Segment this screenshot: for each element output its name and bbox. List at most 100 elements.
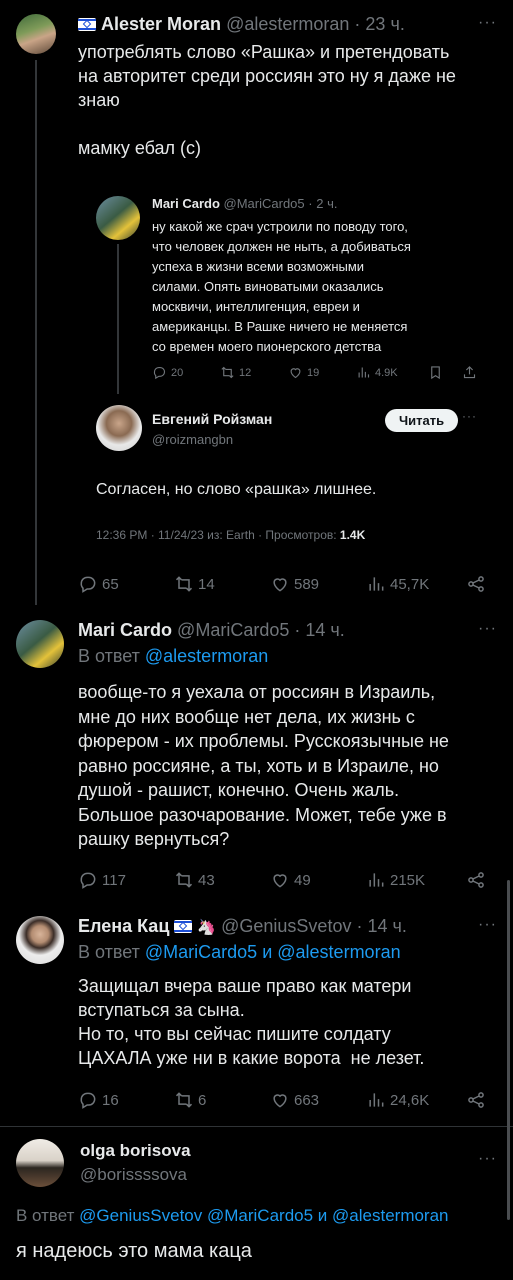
- unicorn-icon: 🦄: [197, 919, 217, 936]
- reply-button[interactable]: 117: [78, 870, 174, 890]
- retweet-button[interactable]: 6: [174, 1090, 270, 1110]
- tweet3-actions: 16 6 663 24,6K: [78, 1090, 498, 1110]
- tweet1-actions: 65 14 589 45,7K: [78, 574, 498, 594]
- like-button[interactable]: 49: [270, 870, 366, 890]
- share-icon: [463, 366, 476, 379]
- avatar-mari-cardo[interactable]: [16, 620, 64, 668]
- quote-like-count: 19: [307, 366, 320, 379]
- like-button[interactable]: 589: [270, 574, 366, 594]
- reply-icon: [80, 872, 96, 889]
- thread-line: [35, 60, 37, 605]
- reply-and: и: [257, 942, 278, 962]
- quote-actions: 20 12 19 4.9K: [152, 365, 482, 380]
- avatar-elena-kats[interactable]: [16, 916, 64, 964]
- retweet-icon: [221, 366, 234, 379]
- share-button[interactable]: [466, 574, 486, 594]
- tweet2-actions: 117 43 49 215K: [78, 870, 498, 890]
- reply-mention[interactable]: @alestermoran: [145, 646, 268, 666]
- reply-context: В ответ @MariCardo5 и @alestermoran: [78, 942, 401, 963]
- roizman-text: Согласен, но слово «рашка» лишнее.: [96, 481, 377, 498]
- reply-button[interactable]: 16: [78, 1090, 174, 1110]
- timestamp[interactable]: · 23 ч.: [354, 14, 404, 34]
- reply-icon: [80, 1092, 96, 1109]
- quote-reply-count: 20: [171, 366, 184, 379]
- retweet-button[interactable]: 14: [174, 574, 270, 594]
- reply-count: 65: [102, 575, 119, 593]
- retweet-button[interactable]: 43: [174, 870, 270, 890]
- tweet2-header: Mari Cardo @MariCardo5 · 14 ч.: [78, 620, 345, 641]
- reply-context: В ответ @alestermoran: [78, 646, 268, 667]
- roizman-meta-text: 12:36 PM · 11/24/23 из: Earth · Просмотр…: [96, 528, 340, 542]
- quote-display-name[interactable]: Mari Cardo: [152, 196, 220, 211]
- handle[interactable]: @MariCardo5: [177, 620, 289, 640]
- retweet-icon: [175, 576, 193, 592]
- share-button[interactable]: [466, 1090, 486, 1110]
- quote-thread-line: [117, 244, 119, 394]
- heart-icon: [290, 368, 301, 379]
- reply-count: 16: [102, 1091, 119, 1109]
- quote-retweet-count: 12: [239, 366, 252, 379]
- handle[interactable]: @borissssova: [80, 1165, 187, 1185]
- reply-prefix: В ответ: [16, 1206, 80, 1225]
- reply-count: 117: [102, 871, 126, 889]
- more-options-icon[interactable]: ···: [478, 14, 497, 32]
- more-options-icon[interactable]: ···: [478, 1150, 497, 1168]
- timestamp[interactable]: · 14 ч.: [356, 916, 406, 936]
- handle[interactable]: @alestermoran: [226, 14, 349, 34]
- views-button[interactable]: 215K: [366, 870, 466, 890]
- israel-flag-icon: [78, 18, 96, 31]
- more-options-icon[interactable]: ···: [478, 916, 497, 934]
- display-name[interactable]: Елена Кац: [78, 916, 169, 936]
- read-button[interactable]: Читать: [385, 409, 459, 432]
- roizman-handle[interactable]: @roizmangbn: [152, 432, 233, 447]
- views-button[interactable]: 24,6K: [366, 1090, 466, 1110]
- quote-retweet-button[interactable]: 12: [220, 365, 288, 380]
- quote-reply-button[interactable]: 20: [152, 365, 220, 380]
- scrollbar[interactable]: [507, 880, 510, 1220]
- handle[interactable]: @GeniusSvetov: [221, 916, 351, 936]
- display-name[interactable]: olga borisova: [80, 1141, 191, 1161]
- views-icon: [369, 1093, 384, 1107]
- tweet-text: употреблять слово «Рашка» и претендовать…: [78, 42, 456, 158]
- reply-icon: [80, 576, 96, 593]
- quote-timestamp[interactable]: · 2 ч.: [308, 196, 337, 211]
- display-name[interactable]: Mari Cardo: [78, 620, 172, 640]
- quote-share-button[interactable]: [462, 365, 477, 380]
- reply-mention-1[interactable]: @MariCardo5: [145, 942, 257, 962]
- avatar-roizman[interactable]: [96, 405, 142, 451]
- share-icon: [468, 872, 484, 888]
- timestamp[interactable]: · 14 ч.: [294, 620, 344, 640]
- quote-handle[interactable]: @MariCardo5: [224, 196, 305, 211]
- tweet-text: вообще-то я уехала от россиян в Израиль,…: [78, 682, 449, 849]
- reply-and: и: [313, 1206, 333, 1225]
- tweet-header: Alester Moran @alestermoran · 23 ч.: [78, 14, 405, 35]
- views-button[interactable]: 45,7K: [366, 574, 466, 594]
- avatar-mari-cardo-small[interactable]: [96, 196, 140, 240]
- views-icon: [369, 577, 384, 591]
- quote-views-button[interactable]: 4.9K: [356, 365, 428, 380]
- inner-more-options-icon[interactable]: ···: [462, 409, 477, 423]
- reply-mention-2[interactable]: @alestermoran: [277, 942, 400, 962]
- avatar-alester[interactable]: [16, 14, 56, 54]
- retweet-count: 14: [198, 575, 215, 593]
- quote-bookmark-button[interactable]: [428, 365, 462, 380]
- bookmark-icon: [431, 366, 440, 380]
- quote-like-button[interactable]: 19: [288, 365, 356, 380]
- display-name[interactable]: Alester Moran: [101, 14, 221, 34]
- retweet-icon: [175, 1092, 193, 1108]
- reply-mention-2[interactable]: @MariCardo5: [207, 1206, 313, 1225]
- like-button[interactable]: 663: [270, 1090, 366, 1110]
- avatar-olga-borisova[interactable]: [16, 1139, 64, 1187]
- views-icon: [369, 873, 384, 887]
- like-count: 589: [294, 575, 320, 593]
- share-button[interactable]: [466, 870, 486, 890]
- retweet-count: 43: [198, 871, 215, 889]
- separator: [0, 1126, 513, 1127]
- reply-button[interactable]: 65: [78, 574, 174, 594]
- heart-icon: [273, 578, 287, 592]
- views-icon: [358, 367, 370, 378]
- reply-mention-3[interactable]: @alestermoran: [332, 1206, 448, 1225]
- tweet-text: Защищал вчера ваше право как матери всту…: [78, 976, 425, 1068]
- more-options-icon[interactable]: ···: [478, 620, 497, 638]
- reply-mention-1[interactable]: @GeniusSvetov: [79, 1206, 202, 1225]
